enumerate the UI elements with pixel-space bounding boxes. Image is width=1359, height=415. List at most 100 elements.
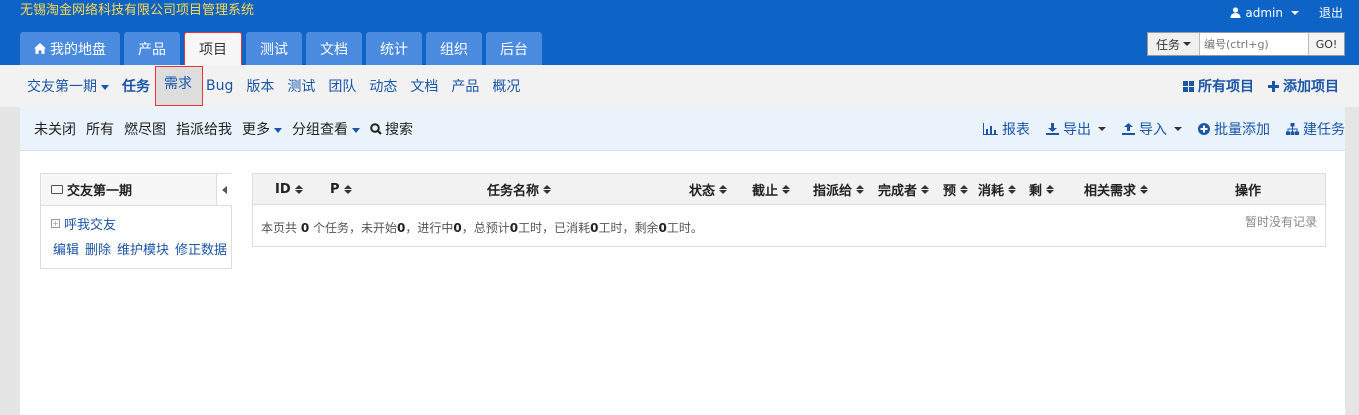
bar-chart-icon: [983, 123, 998, 135]
column-status[interactable]: 状态: [689, 174, 728, 205]
batch-add-label: 批量添加: [1214, 122, 1270, 138]
subnav-view[interactable]: 概况: [492, 76, 520, 96]
export-label: 导出: [1063, 122, 1091, 138]
sort-icon: [782, 185, 791, 194]
subnav-team[interactable]: 团队: [328, 76, 356, 96]
summary-text: ，进行中: [405, 221, 454, 235]
tab-my[interactable]: 我的地盘: [20, 32, 120, 65]
search-toggle[interactable]: 搜索: [370, 119, 413, 139]
column-label: 消耗: [978, 184, 1005, 199]
column-story[interactable]: 相关需求: [1084, 174, 1149, 205]
expand-icon[interactable]: +: [51, 219, 60, 228]
subnav-test[interactable]: 测试: [287, 76, 315, 96]
subnav-story[interactable]: 需求: [155, 66, 203, 106]
subnav-dynamic[interactable]: 动态: [369, 76, 397, 96]
tab-label: 我的地盘: [50, 41, 106, 58]
report-button[interactable]: 报表: [983, 119, 1030, 139]
sort-icon: [543, 185, 552, 194]
column-label: ID: [275, 182, 291, 197]
search-label: 搜索: [385, 122, 413, 138]
edit-link[interactable]: 编辑: [53, 239, 79, 258]
subnav-bug[interactable]: Bug: [206, 78, 233, 94]
summary-text: 工时，剩余: [598, 221, 659, 235]
module-actions: 编辑 删除 维护模块 修正数据: [41, 233, 231, 258]
column-label: 截止: [752, 184, 779, 199]
sort-icon: [294, 185, 303, 194]
report-label: 报表: [1002, 122, 1030, 138]
filter-assigned-to-me[interactable]: 指派给我: [176, 119, 232, 139]
summary-remaining: 0: [658, 221, 667, 235]
batch-add-button[interactable]: 批量添加: [1198, 119, 1270, 139]
tree-item-label: 呼我交友: [64, 218, 117, 233]
table-header: ID P 任务名称 状态 截止 指派给 完成者 预 消耗 剩 相关需求 操作: [253, 174, 1325, 205]
column-estimate[interactable]: 预: [943, 174, 969, 205]
filter-burndown[interactable]: 燃尽图: [124, 119, 166, 139]
collapse-sidebar-button[interactable]: [216, 174, 232, 205]
column-label: 剩: [1029, 184, 1043, 199]
subnav-task[interactable]: 任务: [122, 76, 150, 96]
app-title: 无锡淘金网络科技有限公司项目管理系统: [20, 3, 255, 18]
filter-all[interactable]: 所有: [86, 119, 114, 139]
column-priority[interactable]: P: [330, 174, 352, 205]
tab-label: 后台: [500, 41, 528, 58]
search-input[interactable]: [1200, 33, 1308, 55]
tab-report[interactable]: 统计: [366, 32, 422, 65]
subnav-doc[interactable]: 文档: [410, 76, 438, 96]
add-project-link[interactable]: 添加项目: [1268, 76, 1339, 96]
import-button[interactable]: 导入: [1122, 119, 1182, 139]
tab-label: 项目: [199, 42, 227, 58]
tab-project[interactable]: 项目: [184, 32, 242, 65]
column-label: 预: [943, 184, 957, 199]
more-dropdown[interactable]: 更多: [242, 119, 282, 139]
subnav-build[interactable]: 版本: [246, 76, 274, 96]
column-finished-by[interactable]: 完成者: [878, 174, 930, 205]
search-type-select[interactable]: 任务: [1148, 33, 1200, 55]
tree-item[interactable]: + 呼我交友: [41, 206, 231, 233]
manage-module-link[interactable]: 维护模块: [117, 239, 169, 258]
column-label: P: [330, 182, 340, 197]
top-header: 无锡淘金网络科技有限公司项目管理系统 admin 退出 我的地盘 产品 项目 测…: [0, 0, 1359, 65]
more-label: 更多: [242, 122, 270, 138]
tab-doc[interactable]: 文档: [306, 32, 362, 65]
tab-company[interactable]: 组织: [426, 32, 482, 65]
column-left[interactable]: 剩: [1029, 174, 1055, 205]
export-button[interactable]: 导出: [1046, 119, 1106, 139]
logout-link[interactable]: 退出: [1319, 4, 1343, 21]
chevron-down-icon: [1183, 42, 1191, 46]
chevron-down-icon: [101, 84, 109, 90]
summary-text: 本页共: [261, 221, 298, 235]
user-menu[interactable]: admin: [1230, 6, 1299, 20]
tab-product[interactable]: 产品: [124, 32, 180, 65]
tab-label: 测试: [260, 41, 288, 58]
search-box: 任务 GO!: [1147, 32, 1345, 56]
column-consumed[interactable]: 消耗: [978, 174, 1017, 205]
sort-icon: [1140, 185, 1149, 194]
fix-data-link[interactable]: 修正数据: [175, 239, 227, 258]
sub-nav: 交友第一期 任务 需求 Bug 版本 测试 团队 动态 文档 产品 概况 所有项…: [0, 65, 1359, 107]
tab-test[interactable]: 测试: [246, 32, 302, 65]
column-task-name[interactable]: 任务名称: [487, 174, 552, 205]
tab-admin[interactable]: 后台: [486, 32, 542, 65]
sort-icon: [343, 185, 352, 194]
create-task-button[interactable]: 建任务: [1286, 119, 1345, 139]
filter-unclosed[interactable]: 未关闭: [34, 119, 76, 139]
column-deadline[interactable]: 截止: [752, 174, 791, 205]
group-view-dropdown[interactable]: 分组查看: [292, 119, 360, 139]
column-id[interactable]: ID: [275, 174, 303, 205]
sort-icon: [960, 185, 969, 194]
delete-link[interactable]: 删除: [85, 239, 111, 258]
subnav-product[interactable]: 产品: [451, 76, 479, 96]
column-assigned-to[interactable]: 指派给: [813, 174, 865, 205]
search-type-label: 任务: [1155, 37, 1180, 52]
search-go-button[interactable]: GO!: [1308, 33, 1344, 55]
action-bar: 报表 导出 导入 批量添加 建任务: [983, 107, 1345, 151]
task-table: ID P 任务名称 状态 截止 指派给 完成者 预 消耗 剩 相关需求 操作 本…: [252, 173, 1326, 247]
all-projects-label: 所有项目: [1198, 79, 1254, 95]
project-selector[interactable]: 交友第一期: [27, 76, 109, 96]
project-selector-label: 交友第一期: [27, 79, 97, 95]
create-task-label: 建任务: [1303, 122, 1345, 138]
group-view-label: 分组查看: [292, 122, 348, 138]
all-projects-link[interactable]: 所有项目: [1183, 76, 1254, 96]
task-toolbar: 未关闭 所有 燃尽图 指派给我 更多 分组查看 搜索 报表 导出 导入 批量添加…: [20, 107, 1345, 151]
sub-nav-items: 交友第一期 任务 需求 Bug 版本 测试 团队 动态 文档 产品 概况: [27, 65, 533, 107]
